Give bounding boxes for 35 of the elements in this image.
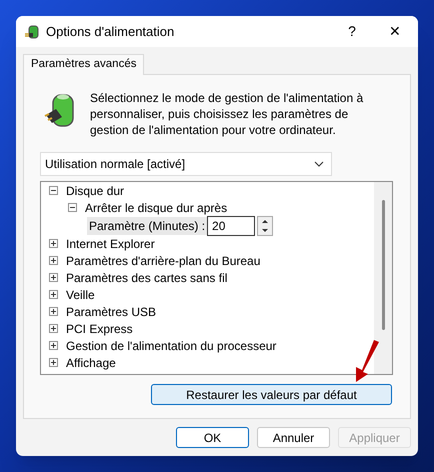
expand-icon[interactable] [49,239,58,248]
scrollbar[interactable] [374,182,392,374]
expand-icon[interactable] [49,256,58,265]
tree-item[interactable]: Gestion de l'alimentation du processeur [66,336,276,354]
expand-icon[interactable] [49,358,58,367]
restore-defaults-button[interactable]: Restaurer les valeurs par défaut [151,384,392,405]
window-title: Options d'alimentation [46,22,174,41]
dialog-button[interactable]: Annuler [257,427,330,448]
tree-item[interactable]: Paramètres USB [66,302,156,320]
expand-icon[interactable] [49,324,58,333]
tree-item[interactable]: Veille [66,286,95,304]
expand-icon[interactable] [49,307,58,316]
description-text: Sélectionnez le mode de gestion de l'alimentation à personnaliser, puis choisissez les paramètres de gestion de l'alimentation pour votre ordinateur. [90,90,364,138]
tree-item[interactable]: Arrêter le disque dur après [85,198,228,216]
dialog-button[interactable]: OK [176,427,249,448]
expand-icon[interactable] [49,290,58,299]
expand-icon[interactable] [49,341,58,350]
tab[interactable]: Paramètres avancés [23,54,144,75]
tree-item[interactable]: Internet Explorer [66,234,155,252]
minutes-field[interactable]: 20 [208,216,254,234]
plan-dropdown[interactable]: Utilisation normale [activé] [40,152,332,176]
help-button[interactable]: ? [332,16,372,47]
tree-item[interactable]: Paramètres d'arrière-plan du Bureau [66,252,260,270]
setting-label: Paramètre (Minutes) : [87,216,208,234]
tree-item[interactable]: Affichage [66,354,116,372]
tree-item[interactable]: PCI Express [66,320,133,338]
expand-icon[interactable] [49,273,58,282]
tree-item[interactable]: Disque dur [66,182,124,200]
chevron-down-icon [314,161,324,167]
tree-item[interactable]: Paramètres des cartes sans fil [66,268,228,286]
close-button[interactable]: ✕ [372,16,418,47]
spinner[interactable] [257,216,274,236]
collapse-icon[interactable] [68,203,77,212]
collapse-icon[interactable] [49,186,58,195]
battery-plug-icon [24,24,40,40]
